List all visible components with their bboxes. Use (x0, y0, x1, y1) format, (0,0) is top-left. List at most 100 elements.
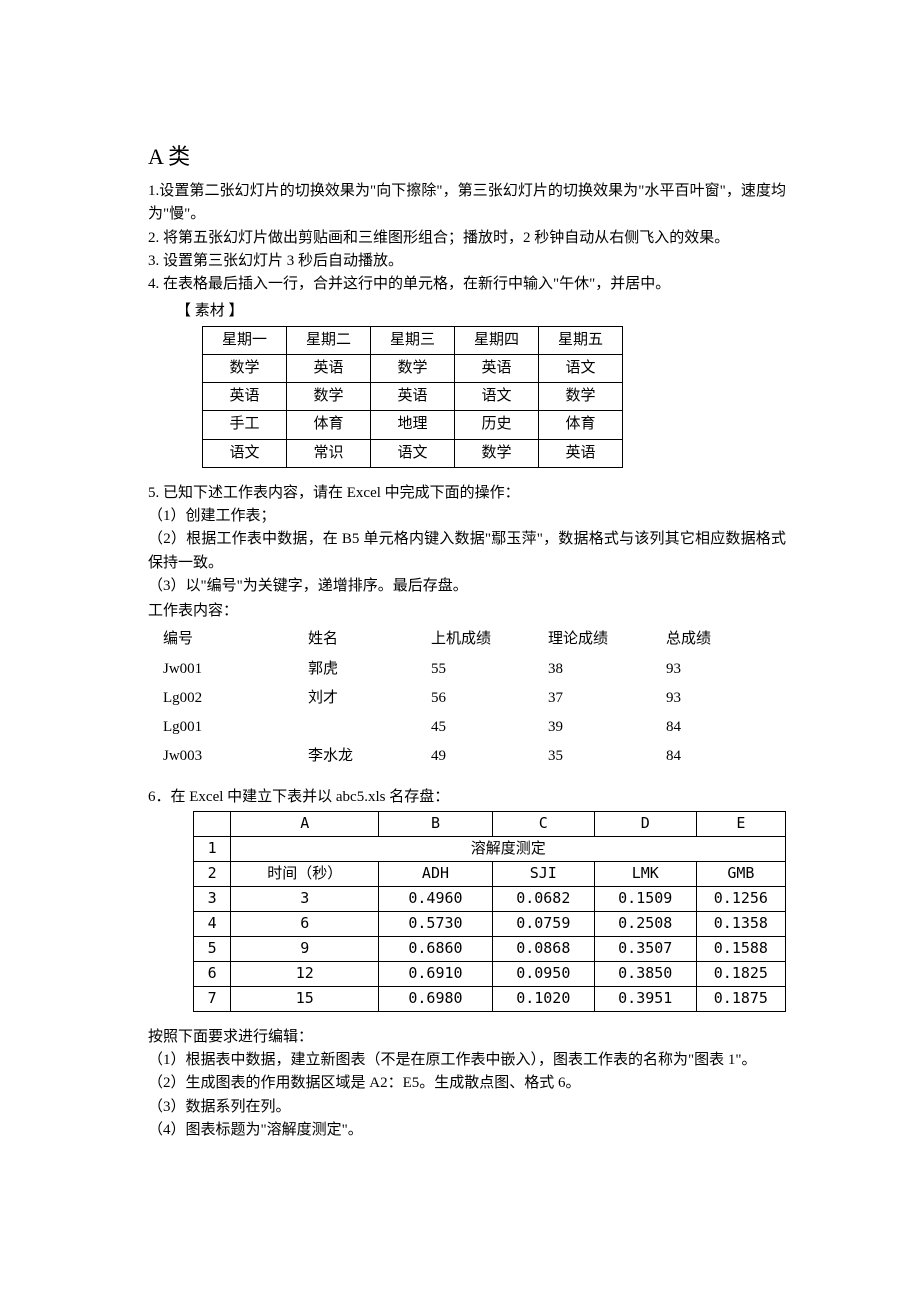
cell: 1 (194, 836, 231, 861)
cell: 12 (231, 961, 379, 986)
cell: 上机成绩 (431, 625, 548, 654)
table-row: 手工 体育 地理 历史 体育 (203, 411, 623, 439)
cell: 0.1509 (594, 886, 696, 911)
solubility-table: A B C D E 1 溶解度测定 2 时间（秒） ADH SJI LMK GM… (193, 811, 786, 1012)
cell: 数学 (539, 383, 623, 411)
cell: 0.2508 (594, 911, 696, 936)
cell: 数学 (371, 354, 455, 382)
merged-title-cell: 溶解度测定 (231, 836, 786, 861)
cell: Lg001 (163, 713, 308, 742)
cell: 15 (231, 986, 379, 1011)
cell: 历史 (455, 411, 539, 439)
cell: 6 (194, 961, 231, 986)
cell (308, 713, 431, 742)
table-row: 语文 常识 语文 数学 英语 (203, 439, 623, 467)
material-label: 【 素材 】 (176, 300, 786, 323)
cell: 39 (548, 713, 666, 742)
cell: 语文 (455, 383, 539, 411)
cell: SJI (492, 861, 594, 886)
item-5-lead: 5. 已知下述工作表内容，请在 Excel 中完成下面的操作： (148, 482, 786, 505)
cell: E (696, 811, 785, 836)
cell: 45 (431, 713, 548, 742)
cell: 3 (194, 886, 231, 911)
table-row: 编号 姓名 上机成绩 理论成绩 总成绩 (163, 625, 753, 654)
cell: 体育 (539, 411, 623, 439)
cell: 0.3850 (594, 961, 696, 986)
table-row: Lg002 刘才 56 37 93 (163, 684, 753, 713)
table-row: Jw001 郭虎 55 38 93 (163, 655, 753, 684)
table-row: A B C D E (194, 811, 786, 836)
cell: ADH (379, 861, 493, 886)
cell: LMK (594, 861, 696, 886)
cell: 7 (194, 986, 231, 1011)
cell: 2 (194, 861, 231, 886)
cell: 总成绩 (666, 625, 753, 654)
table-row: 数学 英语 数学 英语 语文 (203, 354, 623, 382)
scores-table: 编号 姓名 上机成绩 理论成绩 总成绩 Jw001 郭虎 55 38 93 Lg… (163, 625, 753, 771)
cell: 3 (231, 886, 379, 911)
cell: 55 (431, 655, 548, 684)
cell: 0.3507 (594, 936, 696, 961)
table-row: 6 12 0.6910 0.0950 0.3850 0.1825 (194, 961, 786, 986)
item-5-sub3: （3）以"编号"为关键字，递增排序。最后存盘。 (148, 575, 786, 598)
cell: 93 (666, 684, 753, 713)
cell: 数学 (455, 439, 539, 467)
cell: 84 (666, 742, 753, 771)
cell: 0.1256 (696, 886, 785, 911)
cell: 数学 (287, 383, 371, 411)
item-6-sub2: （2）生成图表的作用数据区域是 A2：E5。生成散点图、格式 6。 (148, 1072, 786, 1095)
cell: 体育 (287, 411, 371, 439)
cell: 语文 (371, 439, 455, 467)
item-4: 4. 在表格最后插入一行，合并这行中的单元格，在新行中输入"午休"，并居中。 (148, 273, 786, 296)
cell: 英语 (371, 383, 455, 411)
cell: 姓名 (308, 625, 431, 654)
cell: Jw001 (163, 655, 308, 684)
cell: 英语 (287, 354, 371, 382)
cell: 星期一 (203, 326, 287, 354)
cell: Jw003 (163, 742, 308, 771)
cell: 地理 (371, 411, 455, 439)
cell: 0.6910 (379, 961, 493, 986)
item-5-sub2: （2）根据工作表中数据，在 B5 单元格内键入数据"鄢玉萍"，数据格式与该列其它… (148, 528, 786, 575)
item-1: 1.设置第二张幻灯片的切换效果为"向下擦除"，第三张幻灯片的切换效果为"水平百叶… (148, 180, 786, 227)
item-6-lead: 6．在 Excel 中建立下表并以 abc5.xls 名存盘： (148, 786, 786, 809)
item-3: 3. 设置第三张幻灯片 3 秒后自动播放。 (148, 250, 786, 273)
cell: 49 (431, 742, 548, 771)
cell: 常识 (287, 439, 371, 467)
cell: 郭虎 (308, 655, 431, 684)
cell: 手工 (203, 411, 287, 439)
table-row: Lg001 45 39 84 (163, 713, 753, 742)
table-row: 3 3 0.4960 0.0682 0.1509 0.1256 (194, 886, 786, 911)
table-row: 2 时间（秒） ADH SJI LMK GMB (194, 861, 786, 886)
cell: 星期五 (539, 326, 623, 354)
schedule-table: 星期一 星期二 星期三 星期四 星期五 数学 英语 数学 英语 语文 英语 数学… (202, 326, 623, 468)
item-6-edit-lead: 按照下面要求进行编辑： (148, 1026, 786, 1049)
cell: 0.4960 (379, 886, 493, 911)
cell: 时间（秒） (231, 861, 379, 886)
cell: 语文 (539, 354, 623, 382)
cell: 0.0950 (492, 961, 594, 986)
table-row: 4 6 0.5730 0.0759 0.2508 0.1358 (194, 911, 786, 936)
table-row: 星期一 星期二 星期三 星期四 星期五 (203, 326, 623, 354)
cell: 英语 (455, 354, 539, 382)
cell: 星期二 (287, 326, 371, 354)
item-6-sub3: （3）数据系列在列。 (148, 1096, 786, 1119)
cell: 9 (231, 936, 379, 961)
cell: 56 (431, 684, 548, 713)
table-row: 7 15 0.6980 0.1020 0.3951 0.1875 (194, 986, 786, 1011)
cell: 6 (231, 911, 379, 936)
cell: B (379, 811, 493, 836)
cell: 0.1020 (492, 986, 594, 1011)
cell: 刘才 (308, 684, 431, 713)
cell: 0.1825 (696, 961, 785, 986)
cell: 38 (548, 655, 666, 684)
table-row: 1 溶解度测定 (194, 836, 786, 861)
cell: 84 (666, 713, 753, 742)
table-row: 英语 数学 英语 语文 数学 (203, 383, 623, 411)
cell: 93 (666, 655, 753, 684)
cell: 35 (548, 742, 666, 771)
table-row: 5 9 0.6860 0.0868 0.3507 0.1588 (194, 936, 786, 961)
cell: 编号 (163, 625, 308, 654)
table-row: Jw003 李水龙 49 35 84 (163, 742, 753, 771)
cell: GMB (696, 861, 785, 886)
